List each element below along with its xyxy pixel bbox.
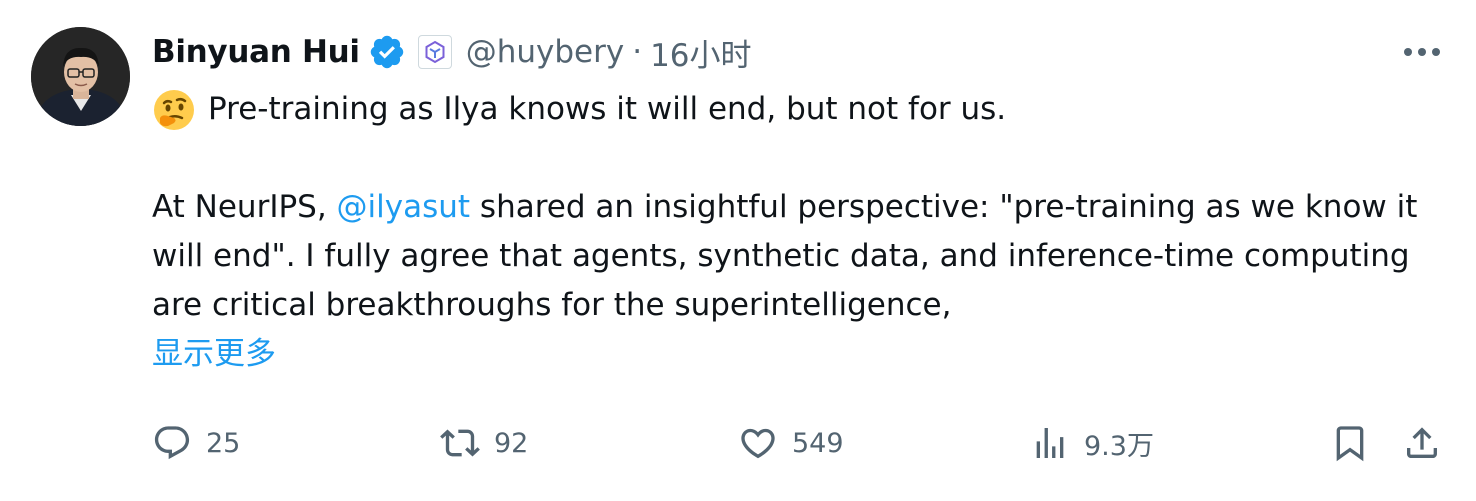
post-text-line1-container: Pre-training as Ilya knows it will end, … [152, 85, 1442, 134]
post-timestamp[interactable]: 16小时 [650, 30, 751, 75]
reply-bubble-icon [154, 426, 190, 460]
bookmark-icon [1336, 426, 1364, 462]
more-options-button[interactable] [1400, 34, 1444, 70]
header-separator: · [632, 34, 643, 70]
reply-count: 25 [206, 427, 241, 459]
display-name[interactable]: Binyuan Hui [152, 34, 360, 70]
share-upload-icon [1407, 427, 1437, 458]
post-text: Pre-training as Ilya knows it will end, … [152, 85, 1442, 379]
mention-link[interactable]: @ilyasut [337, 189, 471, 225]
avatar-image [31, 27, 130, 126]
post-header: Binyuan Hui @huybery · 16小时 [152, 30, 752, 74]
heart-icon [741, 428, 775, 459]
views-count: 9.3万 [1084, 430, 1154, 462]
show-more-link[interactable]: 显示更多 [152, 330, 1442, 379]
retweet-count: 92 [494, 427, 529, 459]
avatar[interactable] [31, 27, 130, 126]
post-text-line1: Pre-training as Ilya knows it will end, … [208, 91, 1007, 127]
like-count: 549 [792, 427, 844, 459]
like-button[interactable]: 549 [738, 418, 844, 468]
user-handle[interactable]: @huybery [466, 34, 624, 70]
share-button[interactable] [1402, 418, 1442, 468]
retweet-icon [440, 429, 480, 457]
bookmark-button[interactable] [1330, 418, 1370, 468]
thinking-face-emoji [152, 88, 196, 132]
post-text-para2-prefix: At NeurIPS, [152, 189, 337, 225]
more-dots-icon [1404, 48, 1440, 56]
views-button[interactable]: 9.3万 [1030, 418, 1154, 468]
post-text-paragraph2: At NeurIPS, @ilyasut shared an insightfu… [152, 183, 1442, 330]
verified-badge-icon[interactable] [368, 33, 406, 71]
action-bar: 25 92 549 9.3万 [152, 418, 1448, 468]
retweet-button[interactable]: 92 [440, 418, 528, 468]
reply-button[interactable]: 25 [152, 418, 240, 468]
tweet-card[interactable]: Binyuan Hui @huybery · 16小时 Pre-training… [0, 0, 1476, 501]
bar-chart-icon [1036, 428, 1064, 458]
affiliation-badge-icon[interactable] [417, 35, 452, 69]
